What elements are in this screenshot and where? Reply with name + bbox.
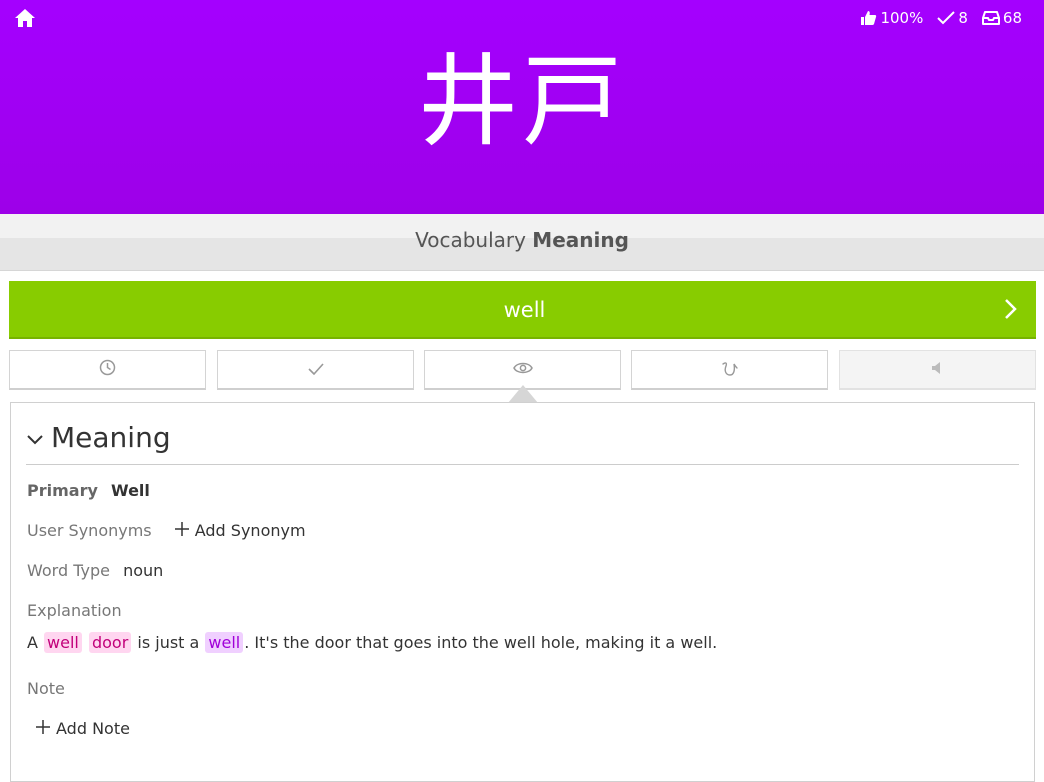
subject-characters: 井戸 <box>418 43 626 160</box>
plus-icon <box>174 521 189 540</box>
home-icon[interactable] <box>14 8 36 28</box>
primary-label: Primary <box>27 481 98 500</box>
session-stats: 100% 8 68 <box>860 9 1022 27</box>
add-note-button[interactable]: Add Note <box>36 719 130 738</box>
hiragana-hi-icon <box>721 360 738 380</box>
word-type-value: noun <box>123 561 164 580</box>
vocabulary-highlight: well <box>205 632 244 653</box>
speaker-icon <box>931 360 945 379</box>
user-synonyms-row: User Synonyms Add Synonym <box>27 521 306 540</box>
answer-input[interactable] <box>9 281 1040 339</box>
plus-icon <box>36 719 50 738</box>
word-type-row: Word Type noun <box>27 561 163 580</box>
primary-value: Well <box>110 481 150 500</box>
user-synonyms-label: User Synonyms <box>27 521 152 540</box>
radical-highlight: well <box>44 632 82 653</box>
section-title: Meaning <box>51 421 171 454</box>
thumbs-up-icon <box>860 10 877 26</box>
checkmark-icon <box>307 360 324 379</box>
answer-form <box>9 281 1040 339</box>
kana-chart-button[interactable] <box>631 350 828 390</box>
remaining-count: 68 <box>981 9 1022 27</box>
add-synonym-button[interactable]: Add Synonym <box>174 521 306 540</box>
primary-meaning-row: Primary Well <box>27 481 150 500</box>
question-type-band: Vocabulary Meaning <box>0 214 1044 271</box>
inbox-icon <box>981 11 1000 25</box>
chevron-down-icon[interactable] <box>26 431 44 450</box>
item-info-button[interactable] <box>424 350 621 390</box>
audio-button[interactable] <box>839 350 1036 390</box>
subject-header: 100% 8 68 井戸 <box>0 0 1044 214</box>
eye-icon <box>512 360 533 379</box>
chevron-right-icon[interactable] <box>998 297 1022 321</box>
question-type: Vocabulary Meaning <box>415 228 629 252</box>
note-label: Note <box>27 679 65 698</box>
radical-highlight: door <box>88 632 132 653</box>
last-items-button[interactable] <box>9 350 206 390</box>
meaning-section-header[interactable]: Meaning <box>26 421 1019 465</box>
active-tab-pointer <box>508 385 538 403</box>
completed-count: 8 <box>937 9 968 27</box>
item-info-panel: Meaning Primary Well User Synonyms Add S… <box>10 402 1035 782</box>
explanation-text: A well door is just a well. It's the doo… <box>27 632 718 653</box>
checkmark-icon <box>937 11 956 25</box>
item-info-done-button[interactable] <box>217 350 414 390</box>
clock-icon <box>99 359 116 380</box>
word-type-label: Word Type <box>27 561 110 580</box>
note-row: Add Note <box>36 719 130 738</box>
explanation-label: Explanation <box>27 601 122 620</box>
percent-correct: 100% <box>860 9 923 27</box>
